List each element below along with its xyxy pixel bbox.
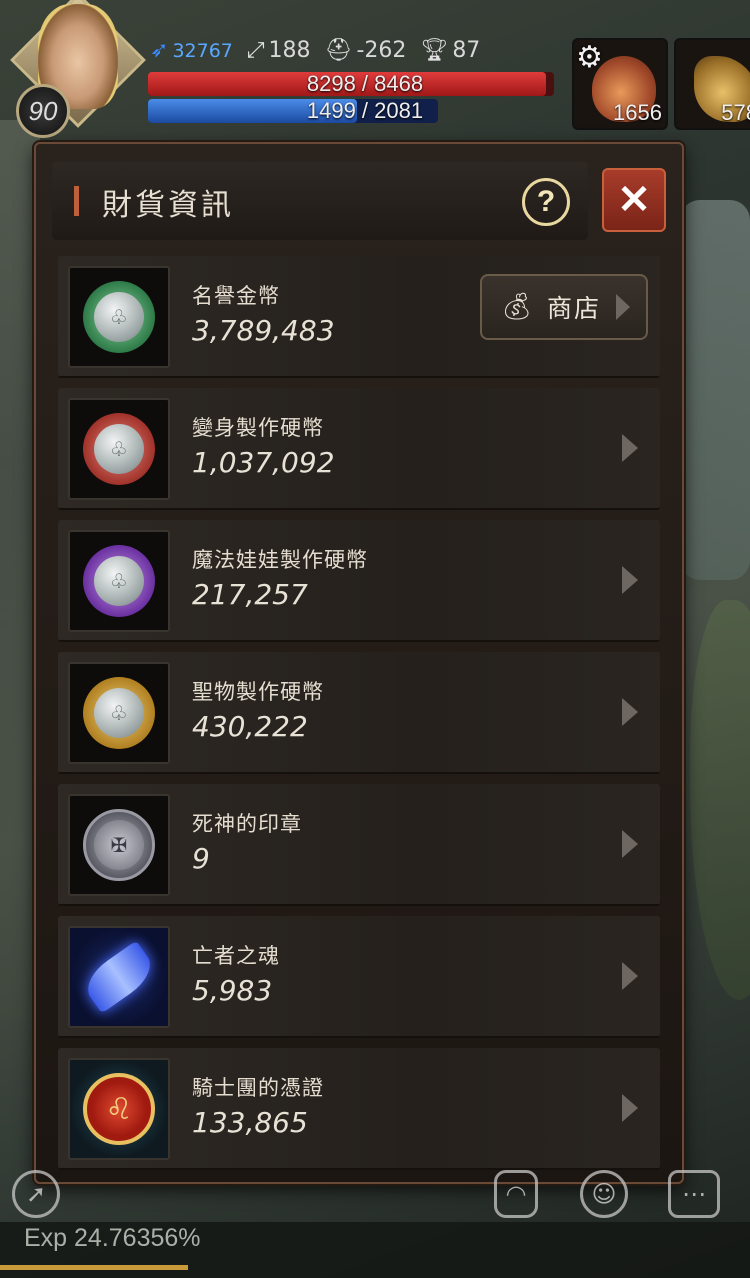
- currency-value: 133,865: [192, 1106, 308, 1139]
- title-accent: [74, 186, 79, 216]
- background-foliage: [690, 600, 750, 1000]
- combat-power-value: 32767: [172, 39, 233, 62]
- currency-row-knight-token[interactable]: ♌ 騎士團的憑證 133,865: [58, 1048, 660, 1170]
- headset-icon[interactable]: ◠: [494, 1170, 538, 1218]
- chat-icon[interactable]: ⋯: [668, 1170, 720, 1218]
- currency-row-death-seal[interactable]: ✠ 死神的印章 9: [58, 784, 660, 906]
- chevron-right-icon: [622, 962, 638, 990]
- quick-slot-leaf[interactable]: 578: [674, 38, 750, 130]
- currency-row-transform-coin[interactable]: ♧ 變身製作硬幣 1,037,092: [58, 388, 660, 510]
- currency-row-honor-coin[interactable]: ♧ 名譽金幣 3,789,483 💰︎ 商店: [58, 256, 660, 378]
- currency-row-relic-coin[interactable]: ♧ 聖物製作硬幣 430,222: [58, 652, 660, 774]
- panel-title: 財貨資訊: [102, 188, 234, 223]
- exp-text: Exp 24.76356%: [24, 1224, 201, 1252]
- exp-bar: Exp 24.76356%: [0, 1222, 750, 1278]
- bow-icon: ⤢: [246, 38, 265, 63]
- panel-header: 財貨資訊 ?: [52, 162, 588, 240]
- mp-bar: 1499 / 2081: [148, 99, 438, 123]
- currency-value: 430,222: [192, 710, 308, 743]
- trophy-icon: 🏆︎: [420, 38, 449, 63]
- attack-value: 188: [268, 38, 311, 63]
- currency-panel: 財貨資訊 ? ✕ ♧ 名譽金幣 3,789,483 💰︎ 商店 ♧ 變身製作硬幣…: [34, 142, 684, 1184]
- doll-coin-icon: ♧: [68, 530, 170, 632]
- currency-row-soul[interactable]: 亡者之魂 5,983: [58, 916, 660, 1038]
- skill-icon[interactable]: ➚: [12, 1170, 60, 1218]
- currency-row-doll-coin[interactable]: ♧ 魔法娃娃製作硬幣 217,257: [58, 520, 660, 642]
- knight-token-icon: ♌: [68, 1058, 170, 1160]
- death-seal-icon: ✠: [68, 794, 170, 896]
- currency-name: 魔法娃娃製作硬幣: [192, 548, 368, 572]
- background-waterfall: [680, 200, 750, 580]
- currency-value: 217,257: [192, 578, 308, 611]
- trophy-value: 87: [452, 38, 481, 63]
- shop-label: 商店: [547, 294, 602, 323]
- hp-text: 8298 / 8468: [306, 71, 424, 96]
- currency-name: 名譽金幣: [192, 284, 280, 308]
- hud: 90 ➶ 32767 ⤢ 188 ⛑ -262 🏆︎ 87 8298 / 846…: [0, 0, 750, 140]
- shop-button[interactable]: 💰︎ 商店: [480, 274, 648, 340]
- transform-coin-icon: ♧: [68, 398, 170, 500]
- level-badge: 90: [16, 84, 70, 138]
- currency-value: 1,037,092: [192, 446, 335, 479]
- exp-fill: [0, 1265, 188, 1270]
- gear-icon[interactable]: ⚙: [576, 40, 603, 75]
- currency-name: 變身製作硬幣: [192, 416, 324, 440]
- stats-row: ➶ 32767 ⤢ 188 ⛑ -262 🏆︎ 87: [150, 38, 480, 63]
- currency-name: 騎士團的憑證: [192, 1076, 324, 1100]
- chevron-right-icon: [622, 698, 638, 726]
- chevron-right-icon: [622, 830, 638, 858]
- combat-power-icon: ➶: [150, 38, 169, 63]
- currency-name: 死神的印章: [192, 812, 302, 836]
- close-button[interactable]: ✕: [602, 168, 666, 232]
- currency-list: ♧ 名譽金幣 3,789,483 💰︎ 商店 ♧ 變身製作硬幣 1,037,09…: [58, 256, 660, 1180]
- honor-coin-icon: ♧: [68, 266, 170, 368]
- slot-count: 1656: [613, 100, 662, 125]
- slot-count: 578: [721, 100, 750, 125]
- trophy-stat: 🏆︎ 87: [420, 38, 480, 63]
- chevron-right-icon: [622, 1094, 638, 1122]
- hp-bar: 8298 / 8468: [148, 72, 554, 96]
- chevron-right-icon: [622, 566, 638, 594]
- mp-text: 1499 / 2081: [306, 98, 424, 123]
- chevron-right-icon: [622, 434, 638, 462]
- defense-value: -262: [356, 38, 407, 63]
- defense-stat: ⛑ -262: [325, 38, 407, 63]
- currency-value: 3,789,483: [192, 314, 335, 347]
- relic-coin-icon: ♧: [68, 662, 170, 764]
- currency-value: 9: [192, 842, 210, 875]
- helmet-icon: ⛑: [324, 38, 353, 63]
- combat-power-stat: ➶ 32767: [150, 38, 233, 63]
- soul-feather-icon: [68, 926, 170, 1028]
- help-button[interactable]: ?: [522, 178, 570, 226]
- chevron-right-icon: [616, 294, 630, 320]
- attack-stat: ⤢ 188: [247, 38, 311, 63]
- emote-icon[interactable]: ☺: [580, 1170, 628, 1218]
- money-bag-icon: 💰︎: [500, 292, 534, 322]
- currency-name: 聖物製作硬幣: [192, 680, 324, 704]
- currency-value: 5,983: [192, 974, 273, 1007]
- currency-name: 亡者之魂: [192, 944, 280, 968]
